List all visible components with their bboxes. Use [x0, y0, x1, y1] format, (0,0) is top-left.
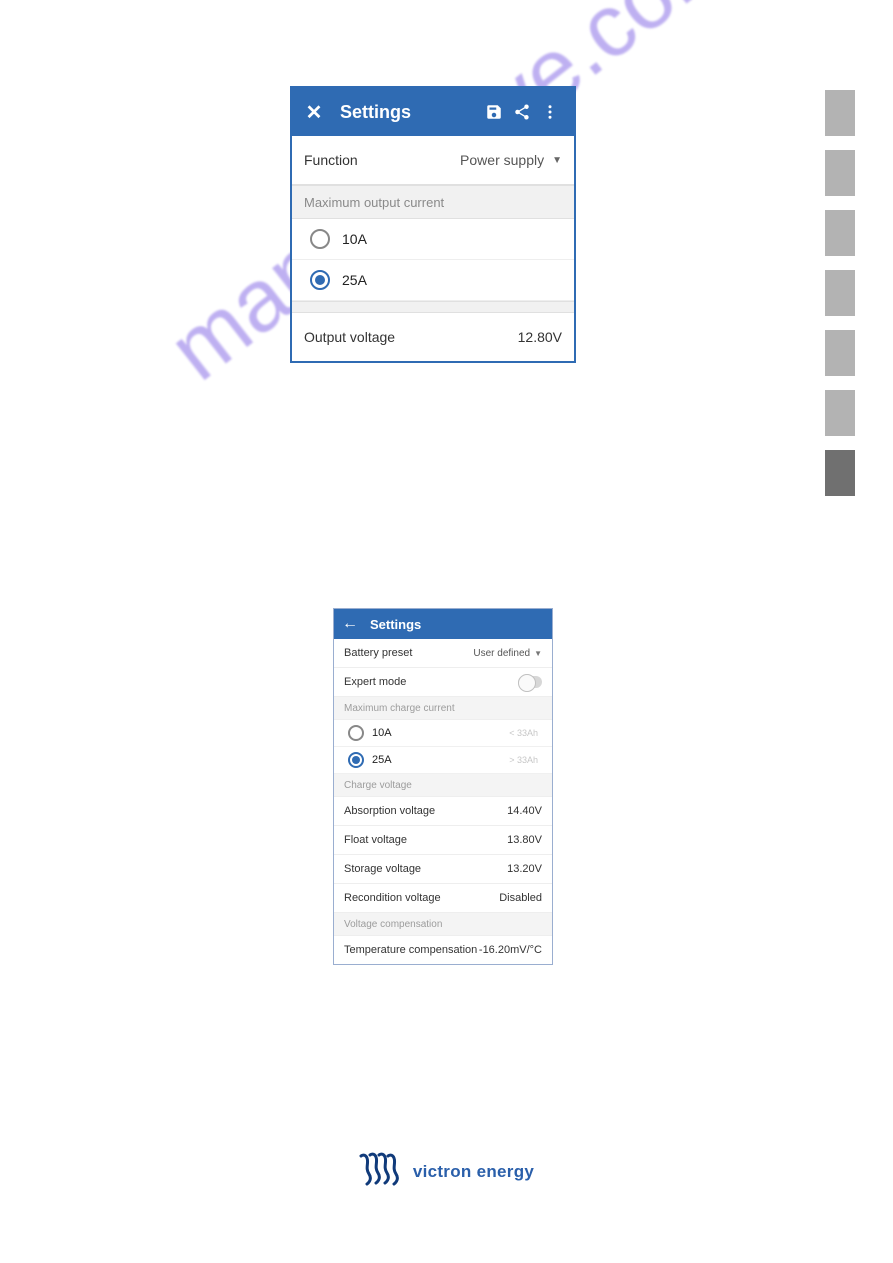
function-value: Power supply: [460, 152, 544, 168]
row-label: Recondition voltage: [344, 892, 441, 904]
charge-current-option-10a[interactable]: 10A < 33Ah: [334, 720, 552, 747]
back-icon[interactable]: ←: [342, 615, 360, 633]
voltage-compensation-header: Voltage compensation: [334, 913, 552, 936]
radio-icon: [310, 229, 330, 249]
index-tab: [825, 150, 855, 196]
expert-mode-toggle[interactable]: [518, 676, 542, 688]
battery-preset-dropdown[interactable]: User defined ▼: [473, 648, 542, 659]
function-row[interactable]: Function Power supply ▼: [292, 136, 574, 185]
index-tab: [825, 90, 855, 136]
output-current-option-10a[interactable]: 10A: [292, 219, 574, 260]
app-bar-title: Settings: [360, 617, 421, 632]
footer-logo-area: victron energy: [0, 1152, 893, 1191]
row-label: Float voltage: [344, 834, 407, 846]
victron-zigzag-icon: [359, 1152, 403, 1191]
output-voltage-value: 12.80V: [518, 329, 562, 345]
option-label: 10A: [372, 727, 392, 739]
chevron-down-icon: ▼: [534, 649, 542, 658]
output-current-option-25a[interactable]: 25A: [292, 260, 574, 301]
option-label: 25A: [342, 272, 367, 288]
app-bar: ✕ Settings: [292, 88, 574, 136]
page-index-tabs: [825, 90, 855, 496]
recondition-voltage-row[interactable]: Recondition voltage Disabled: [334, 884, 552, 913]
radio-icon: [348, 752, 364, 768]
radio-icon: [310, 270, 330, 290]
app-bar-title: Settings: [326, 102, 480, 123]
app-bar: ← Settings: [334, 609, 552, 639]
brand-name: victron energy: [413, 1162, 534, 1182]
expert-mode-row[interactable]: Expert mode: [334, 668, 552, 697]
index-tab: [825, 270, 855, 316]
output-voltage-label: Output voltage: [304, 329, 395, 345]
float-voltage-row[interactable]: Float voltage 13.80V: [334, 826, 552, 855]
function-dropdown[interactable]: Power supply ▼: [460, 152, 562, 168]
row-value: 14.40V: [507, 805, 542, 817]
max-output-current-header: Maximum output current: [292, 185, 574, 219]
max-charge-current-header: Maximum charge current: [334, 697, 552, 720]
more-icon[interactable]: [536, 103, 564, 121]
option-label: 25A: [372, 754, 392, 766]
index-tab: [825, 390, 855, 436]
share-icon[interactable]: [508, 103, 536, 121]
section-spacer: [292, 301, 574, 313]
row-label: Storage voltage: [344, 863, 421, 875]
index-tab: [825, 330, 855, 376]
option-label: 10A: [342, 231, 367, 247]
expert-mode-label: Expert mode: [344, 676, 406, 688]
row-value: Disabled: [499, 892, 542, 904]
close-icon[interactable]: ✕: [302, 100, 326, 125]
screenshot-battery-settings: ← Settings Battery preset User defined ▼…: [333, 608, 553, 965]
charge-current-option-25a[interactable]: 25A > 33Ah: [334, 747, 552, 774]
absorption-voltage-row[interactable]: Absorption voltage 14.40V: [334, 797, 552, 826]
radio-icon: [348, 725, 364, 741]
charge-voltage-header: Charge voltage: [334, 774, 552, 797]
storage-voltage-row[interactable]: Storage voltage 13.20V: [334, 855, 552, 884]
index-tab: [825, 210, 855, 256]
option-hint: < 33Ah: [509, 728, 538, 738]
save-icon[interactable]: [480, 103, 508, 121]
row-label: Temperature compensation: [344, 944, 477, 956]
option-hint: > 33Ah: [509, 755, 538, 765]
brand-logo: victron energy: [359, 1152, 534, 1191]
screenshot-power-supply-settings: ✕ Settings Function Power supply ▼ Maxim…: [290, 86, 576, 363]
index-tab-current: [825, 450, 855, 496]
chevron-down-icon: ▼: [552, 155, 562, 166]
battery-preset-row[interactable]: Battery preset User defined ▼: [334, 639, 552, 668]
function-label: Function: [304, 152, 358, 168]
battery-preset-label: Battery preset: [344, 647, 412, 659]
battery-preset-value: User defined: [473, 648, 530, 659]
row-label: Absorption voltage: [344, 805, 435, 817]
output-voltage-row[interactable]: Output voltage 12.80V: [292, 313, 574, 361]
temperature-compensation-row[interactable]: Temperature compensation -16.20mV/°C: [334, 936, 552, 964]
row-value: 13.20V: [507, 863, 542, 875]
row-value: 13.80V: [507, 834, 542, 846]
row-value: -16.20mV/°C: [479, 944, 542, 956]
